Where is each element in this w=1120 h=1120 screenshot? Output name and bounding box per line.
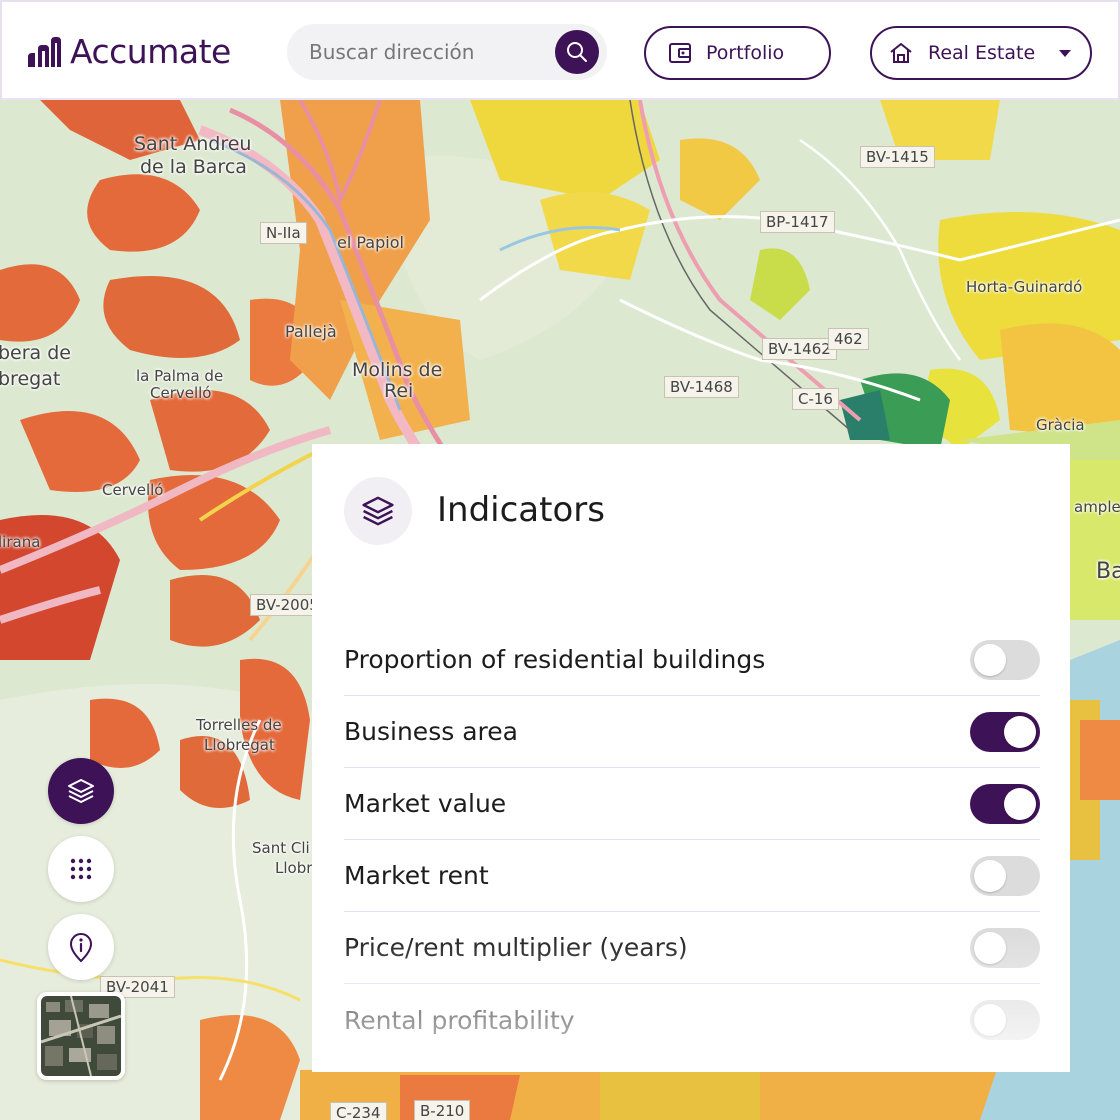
indicator-label: Rental profitability xyxy=(344,1005,575,1035)
place-label: Rei xyxy=(384,380,414,402)
toggle-knob xyxy=(974,932,1006,964)
indicator-row[interactable]: Rental profitability xyxy=(344,984,1040,1056)
place-label: bera de xyxy=(0,342,71,364)
layers-icon xyxy=(362,496,394,526)
grid-button[interactable] xyxy=(48,836,114,902)
search-icon xyxy=(567,42,587,62)
toggle-knob xyxy=(1004,788,1036,820)
satellite-view-toggle[interactable] xyxy=(37,992,125,1080)
place-label: de la Barca xyxy=(140,156,247,178)
indicator-label: Price/rent multiplier (years) xyxy=(344,933,688,962)
indicator-label: Market rent xyxy=(344,861,489,890)
road-shield: C-234 xyxy=(330,1102,387,1120)
place-label: Llobr xyxy=(275,859,313,877)
road-shield: B-210 xyxy=(414,1100,471,1120)
road-shield: N-IIa xyxy=(260,222,307,244)
indicator-row[interactable]: Price/rent multiplier (years) xyxy=(344,912,1040,984)
home-icon xyxy=(890,43,912,63)
place-label: la Palma de xyxy=(136,367,224,385)
top-bar: Accumate Portfolio Real Estate xyxy=(0,0,1120,100)
road-shield: BV-1468 xyxy=(664,376,739,398)
place-label: Torrelles de xyxy=(196,716,282,734)
search-input[interactable] xyxy=(309,24,539,80)
place-label: Horta-Guinardó xyxy=(966,278,1083,296)
indicators-panel: Indicators Proportion of residential bui… xyxy=(312,444,1070,1072)
place-label: Gràcia xyxy=(1036,416,1085,434)
place-label: Ba xyxy=(1096,559,1120,584)
toggle-knob xyxy=(974,644,1006,676)
road-shield: C-16 xyxy=(792,388,839,410)
place-label: el Papiol xyxy=(337,233,404,252)
toggle-knob xyxy=(1004,716,1036,748)
search-button[interactable] xyxy=(555,30,599,74)
indicator-row[interactable]: Business area xyxy=(344,696,1040,768)
place-label: Pallejà xyxy=(285,322,337,341)
road-shield: BP-1417 xyxy=(760,211,835,233)
toggle-knob xyxy=(974,860,1006,892)
place-label: Sant Andreu xyxy=(134,133,252,155)
indicator-toggle[interactable] xyxy=(970,784,1040,824)
place-label: Sant Cli xyxy=(252,839,310,857)
indicator-label: Proportion of residential buildings xyxy=(344,645,766,674)
layers-icon xyxy=(68,779,94,803)
accumate-logo-icon xyxy=(28,36,61,67)
indicator-toggle[interactable] xyxy=(970,928,1040,968)
indicator-label: Business area xyxy=(344,717,518,746)
indicator-toggle[interactable] xyxy=(970,856,1040,896)
indicator-label: Market value xyxy=(344,789,507,818)
place-label: Molins de xyxy=(352,359,443,381)
wallet-icon xyxy=(669,43,691,63)
indicator-toggle[interactable] xyxy=(970,712,1040,752)
road-shield: BV-1462 xyxy=(762,338,837,360)
portfolio-label: Portfolio xyxy=(706,42,785,64)
indicator-row[interactable]: Market rent xyxy=(344,840,1040,912)
road-shield: BV-1415 xyxy=(860,146,935,168)
place-label: bregat xyxy=(0,368,61,390)
real-estate-dropdown[interactable]: Real Estate xyxy=(870,26,1092,80)
panel-title: Indicators xyxy=(437,490,605,530)
brand-name: Accumate xyxy=(70,32,231,71)
indicator-toggle[interactable] xyxy=(970,1000,1040,1040)
place-label: Cervelló xyxy=(102,481,164,499)
address-search xyxy=(287,24,607,80)
panel-layers-badge xyxy=(344,477,412,545)
grid-icon xyxy=(70,858,92,880)
indicator-row[interactable]: Market value xyxy=(344,768,1040,840)
place-label: ample xyxy=(1074,498,1120,516)
layers-button[interactable] xyxy=(48,758,114,824)
indicator-row[interactable]: Proportion of residential buildings xyxy=(344,624,1040,696)
chevron-down-icon xyxy=(1059,49,1072,57)
info-pin-icon xyxy=(69,933,93,963)
indicator-toggle[interactable] xyxy=(970,640,1040,680)
real-estate-label: Real Estate xyxy=(928,42,1036,64)
indicator-list: Proportion of residential buildings Busi… xyxy=(344,624,1040,1056)
road-shield: 462 xyxy=(828,328,869,350)
brand-logo[interactable]: Accumate xyxy=(26,32,231,71)
place-label: lirana xyxy=(0,533,41,551)
toggle-knob xyxy=(974,1004,1006,1036)
info-button[interactable] xyxy=(48,914,114,980)
satellite-thumbnail-icon xyxy=(41,996,121,1076)
place-label: Cervelló xyxy=(150,384,212,402)
portfolio-button[interactable]: Portfolio xyxy=(644,26,831,80)
place-label: Llobregat xyxy=(204,736,275,754)
